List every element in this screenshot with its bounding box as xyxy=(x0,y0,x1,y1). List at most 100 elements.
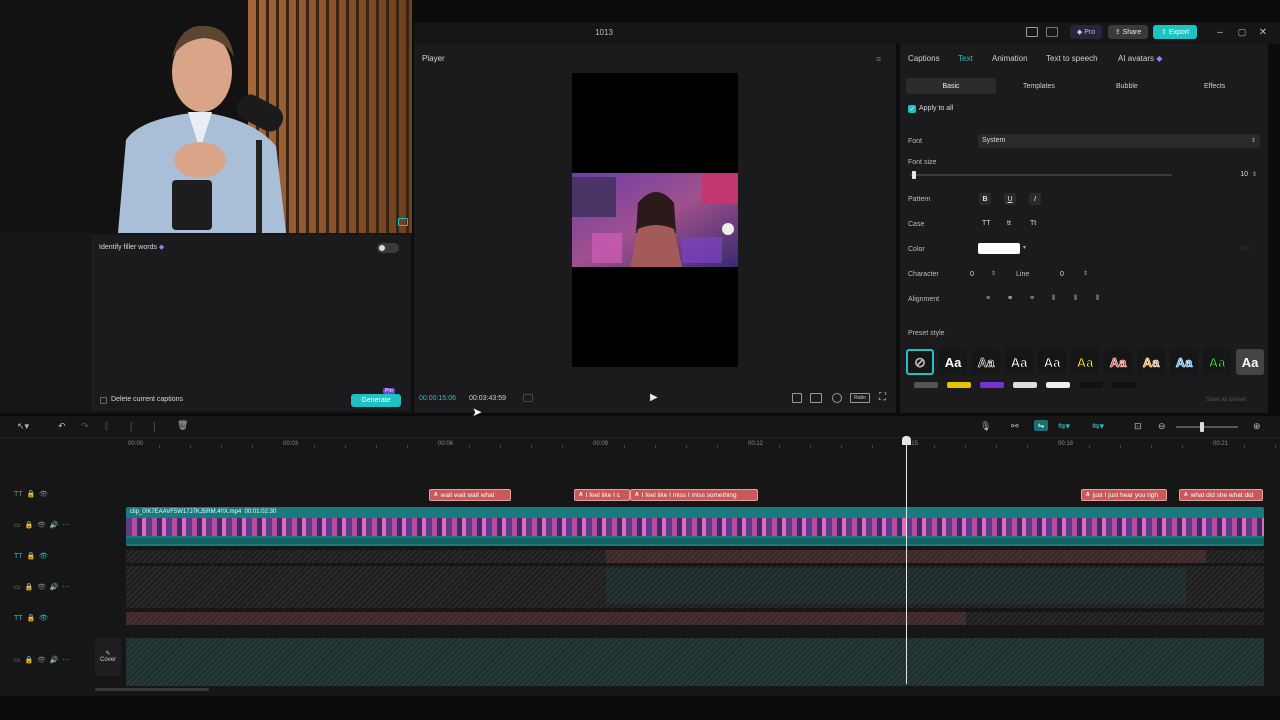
underline-button[interactable]: U xyxy=(1004,193,1016,205)
ruler-minor-tick xyxy=(1120,445,1121,448)
pro-badge: Pro xyxy=(383,388,395,394)
overlay-track[interactable] xyxy=(126,566,1264,608)
mouse-cursor-icon: ➤ xyxy=(472,405,483,419)
main-track[interactable] xyxy=(126,638,1264,686)
preset-style-item[interactable]: Aa xyxy=(972,349,1000,375)
text-track-2[interactable] xyxy=(126,550,1264,563)
minimize-icon[interactable]: – xyxy=(1214,26,1226,38)
ruler-minor-tick xyxy=(810,445,811,448)
color-swatch[interactable] xyxy=(978,243,1020,254)
font-size-label: Font size xyxy=(908,159,937,166)
track-header-text3: TT 🔒 👁 xyxy=(14,615,48,622)
caption-clip[interactable]: Awhat did she what did xyxy=(1179,489,1263,501)
export-button[interactable]: ⇧ Export xyxy=(1153,25,1197,39)
preset-style-item[interactable]: Aa xyxy=(1236,349,1264,375)
preset-style-item[interactable]: Aa xyxy=(1170,349,1198,375)
font-select[interactable]: System ⇕ xyxy=(978,134,1260,148)
filler-words-toggle[interactable] xyxy=(377,243,399,253)
preset-style-item[interactable]: Aa xyxy=(1071,349,1099,375)
character-input[interactable]: 0 xyxy=(970,271,974,278)
ruler-minor-tick xyxy=(345,445,346,448)
video-preview[interactable] xyxy=(572,73,738,367)
italic-button[interactable]: I xyxy=(1029,193,1041,205)
tab-captions[interactable]: Captions xyxy=(908,54,940,63)
align-right-icon[interactable]: ≡ xyxy=(1030,295,1034,302)
tab-ai-avatars[interactable]: AI avatars ◆ xyxy=(1118,54,1162,63)
font-size-slider[interactable] xyxy=(910,171,1172,179)
tab-text-to-speech[interactable]: Text to speech xyxy=(1046,54,1098,63)
caption-clip[interactable]: Await wait wait what xyxy=(429,489,511,501)
character-stepper-icon[interactable]: ⇕ xyxy=(991,270,996,277)
video-clip[interactable]: clip_0!K7EAAVF5W17J7KJ5RM.4!!X.mp4 00:01… xyxy=(126,507,1264,546)
subtab-templates[interactable]: Templates xyxy=(1023,83,1055,90)
zoom-fit-icon[interactable] xyxy=(832,393,842,403)
align-left-icon[interactable]: ≡ xyxy=(986,295,990,302)
bold-button[interactable]: B xyxy=(979,193,991,205)
project-title: 1013 xyxy=(595,28,613,37)
captions-options: Identify filler words ◆ Delete current c… xyxy=(92,235,410,411)
timecode-icon[interactable] xyxy=(523,394,533,402)
playhead-handle[interactable] xyxy=(902,436,911,445)
ruler-tick-label: 00:21 xyxy=(1213,441,1229,447)
ruler-minor-tick xyxy=(872,445,873,448)
text-track-3[interactable] xyxy=(126,612,1264,625)
preset-style-list: ⊘ Aa Aa Aa Aa Aa Aa Aa Aa Aa Aa xyxy=(906,349,1266,377)
diamond-icon: ◆ xyxy=(1156,54,1163,63)
preset-style-item[interactable]: Aa xyxy=(939,349,967,375)
subtab-effects[interactable]: Effects xyxy=(1204,83,1225,90)
play-icon[interactable]: ▶ xyxy=(650,392,658,403)
uppercase-button[interactable]: TT xyxy=(982,220,991,227)
generate-button[interactable]: Generate xyxy=(351,394,401,407)
delete-captions-checkbox[interactable] xyxy=(100,397,107,404)
preset-style-item[interactable]: Aa xyxy=(1203,349,1231,375)
subtab-basic[interactable]: Basic xyxy=(906,78,996,94)
track-header-text2: TT 🔒 👁 xyxy=(14,553,48,560)
slider-handle[interactable] xyxy=(912,171,916,179)
share-icon: ⇪ xyxy=(1114,29,1121,36)
lowercase-button[interactable]: tt xyxy=(1007,220,1011,227)
align-middle-icon[interactable]: ⦀ xyxy=(1074,295,1077,303)
align-top-icon[interactable]: ⦀ xyxy=(1052,295,1055,303)
playhead[interactable] xyxy=(902,436,911,684)
close-icon[interactable]: ✕ xyxy=(1257,26,1269,38)
maximize-icon[interactable]: ▢ xyxy=(1236,26,1248,38)
timeline-scrollbar[interactable] xyxy=(95,688,209,691)
keyframe-icon[interactable]: ◇○ xyxy=(1240,244,1250,252)
fullscreen-icon[interactable]: ⛶ xyxy=(879,392,886,403)
stepper-icon[interactable]: ⇕ xyxy=(1252,171,1257,178)
line-stepper-icon[interactable]: ⇕ xyxy=(1083,270,1088,277)
pro-button[interactable]: ◆ Pro xyxy=(1070,25,1102,39)
apply-all-checkbox[interactable]: ✓ xyxy=(908,105,916,113)
pip-icon xyxy=(398,218,408,226)
tab-animation[interactable]: Animation xyxy=(992,54,1028,63)
menu-icon[interactable]: ≡ xyxy=(876,54,881,64)
tab-text[interactable]: Text xyxy=(958,54,973,63)
align-bottom-icon[interactable]: ⦀ xyxy=(1096,295,1099,303)
titlecase-button[interactable]: Tt xyxy=(1030,220,1036,227)
preset-style-item[interactable]: Aa xyxy=(1104,349,1132,375)
caption-track: Await wait wait what A I feel like I cAI f… xyxy=(0,489,1280,503)
color-label: Color xyxy=(908,246,925,253)
preset-none-icon[interactable]: ⊘ xyxy=(906,349,934,375)
caption-clip[interactable]: AI feel like I miss I miss something xyxy=(630,489,758,501)
edit-icon: ✎ xyxy=(105,651,111,657)
ruler-minor-tick xyxy=(841,445,842,448)
caption-clip[interactable]: Ajust I just hear you righ xyxy=(1081,489,1167,501)
preset-style-item[interactable]: Aa xyxy=(1038,349,1066,375)
line-input[interactable]: 0 xyxy=(1060,271,1064,278)
preset-style-item[interactable]: Aa xyxy=(1005,349,1033,375)
ratio-button[interactable]: Ratio xyxy=(850,393,870,403)
preset-style-item[interactable]: Aa xyxy=(1137,349,1165,375)
caption-clip[interactable]: AI feel like I c xyxy=(574,489,630,501)
panel-icon[interactable] xyxy=(1046,27,1058,37)
crop-icon[interactable] xyxy=(792,393,802,403)
chevron-down-icon[interactable]: ▾ xyxy=(1023,244,1026,251)
share-button[interactable]: ⇪ Share xyxy=(1108,25,1148,39)
align-center-icon[interactable]: ≡ xyxy=(1008,295,1012,302)
layout-icon[interactable] xyxy=(1026,27,1038,37)
quality-icon[interactable] xyxy=(810,393,822,403)
cover-button[interactable]: ✎ Cover xyxy=(95,638,121,676)
save-preset-button[interactable]: Save as preset xyxy=(1206,397,1246,403)
time-ruler[interactable]: 00:0000:0300:0600:0900:1200:1500:1800:21 xyxy=(0,416,1280,456)
subtab-bubble[interactable]: Bubble xyxy=(1116,83,1138,90)
